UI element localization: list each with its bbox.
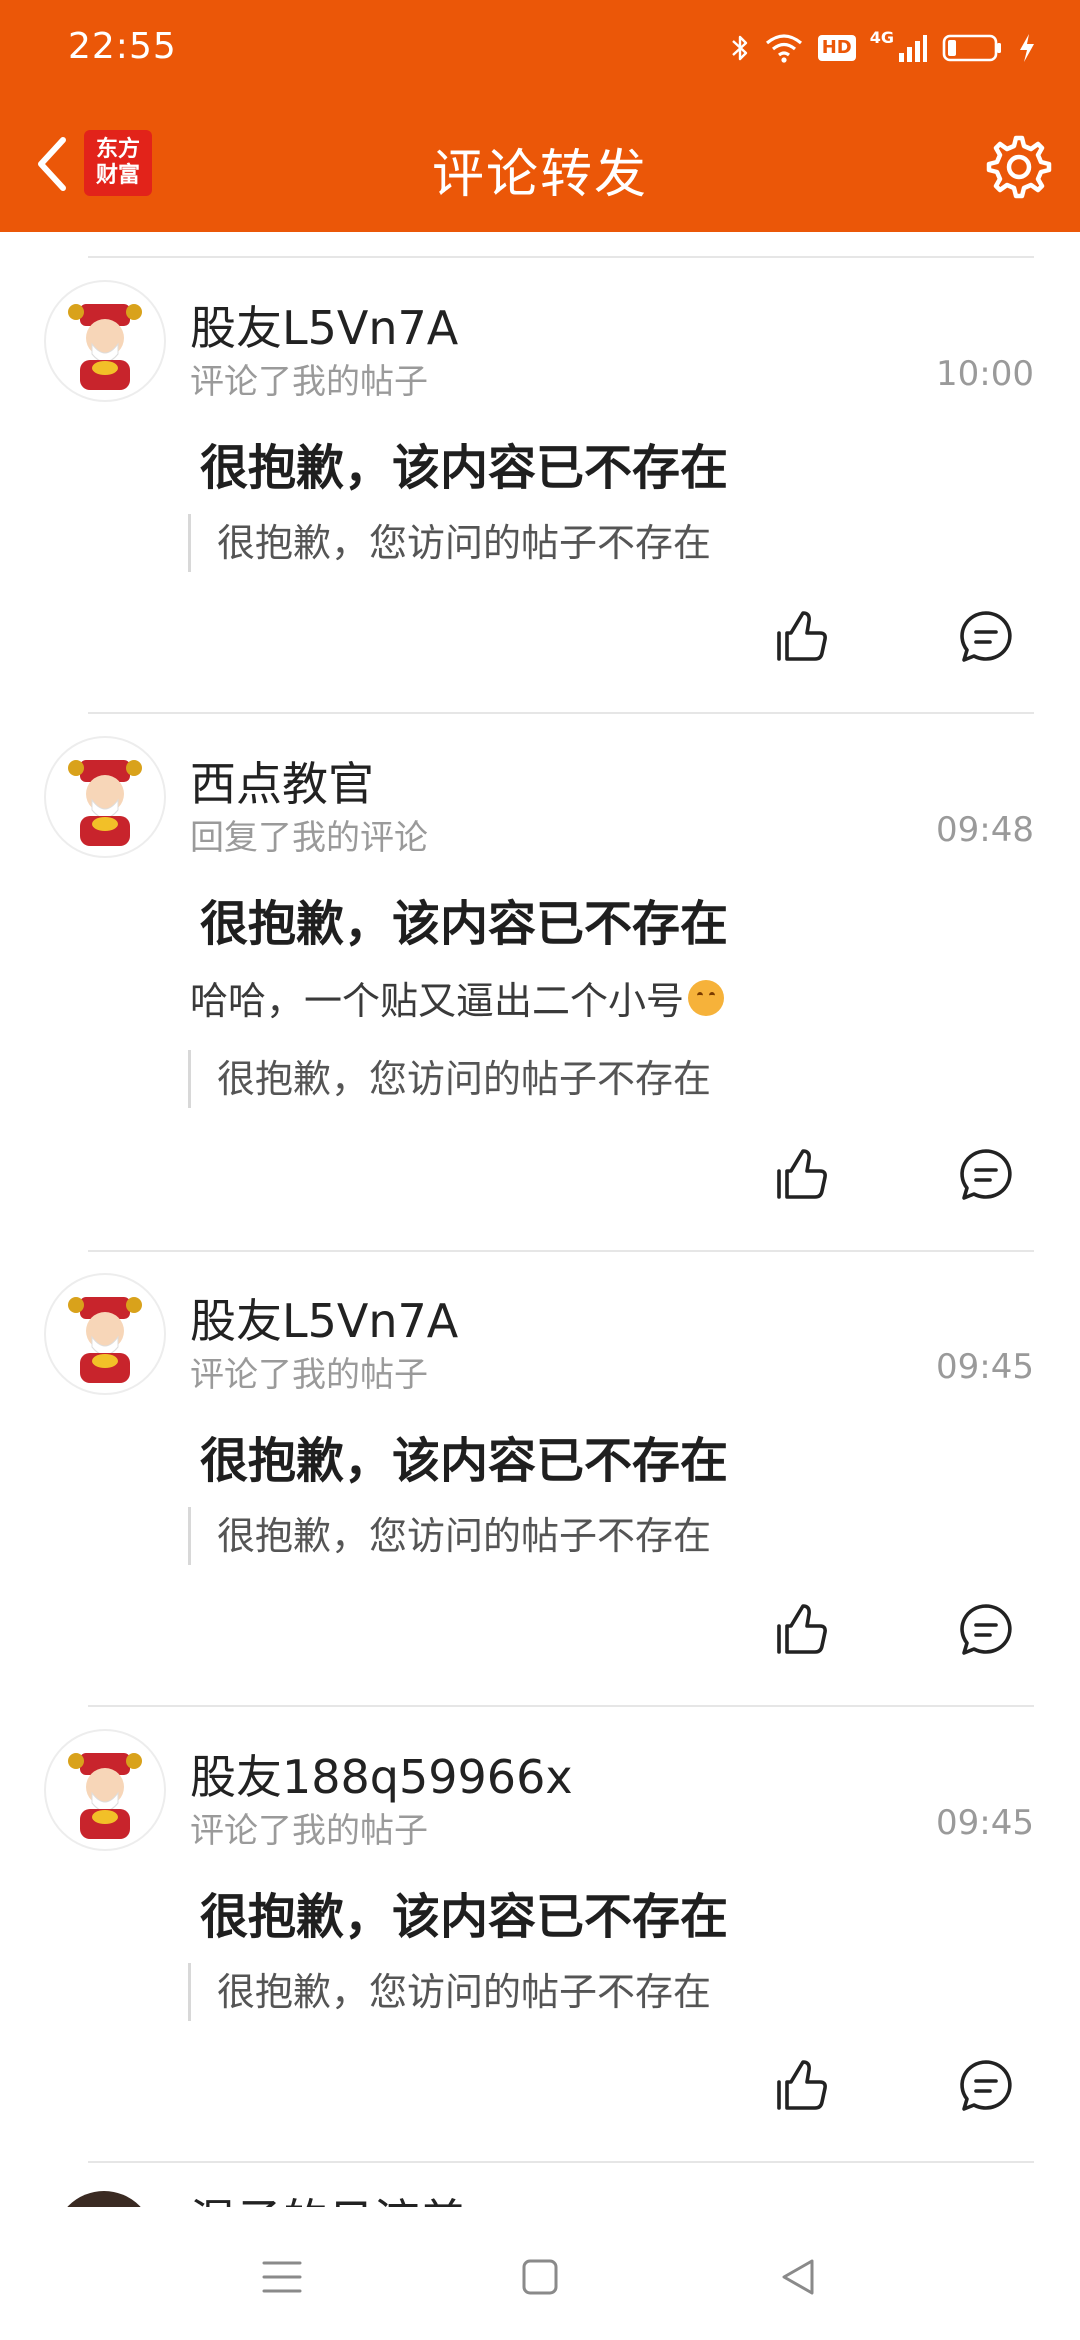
thumbs-up-icon: [777, 611, 827, 661]
action-text: 回复了我的评论: [190, 818, 428, 858]
action-text: 评论了我的帖子: [190, 1811, 428, 1851]
quoted-post[interactable]: 很抱歉，您访问的帖子不存在: [188, 1050, 711, 1108]
network-type-label: 4G: [869, 28, 894, 47]
status-icons: HD 4G: [730, 28, 1036, 68]
username[interactable]: 西点教官: [190, 748, 374, 814]
like-button[interactable]: [766, 1140, 836, 1210]
comment-content[interactable]: 很抱歉，该内容已不存在: [200, 428, 728, 498]
settings-button[interactable]: [980, 130, 1052, 202]
fortune-god-avatar-icon: [47, 1276, 163, 1392]
username[interactable]: 股友L5Vn7A: [190, 1285, 458, 1351]
comment-content[interactable]: 很抱歉，该内容已不存在: [200, 1877, 728, 1947]
comment-bubble-icon: [960, 611, 1012, 662]
menu-button[interactable]: [252, 2247, 312, 2307]
home-button[interactable]: [510, 2247, 570, 2307]
signal-icon: [898, 33, 928, 63]
fortune-god-avatar-icon: [47, 283, 163, 399]
thumbs-up-icon: [777, 1604, 827, 1654]
fortune-god-avatar-icon: [47, 1732, 163, 1848]
status-bar: 22:55 HD 4G: [0, 0, 1080, 96]
divider: [88, 1250, 1034, 1252]
fortune-god-avatar-icon: [47, 739, 163, 855]
comment-content[interactable]: 很抱歉，该内容已不存在: [200, 884, 728, 954]
quoted-post[interactable]: 很抱歉，您访问的帖子不存在: [188, 1507, 711, 1565]
avatar[interactable]: [44, 280, 166, 402]
battery-icon: [942, 33, 1004, 63]
notification-feed[interactable]: 股友L5Vn7A 评论了我的帖子 10:00 很抱歉，该内容已不存在 很抱歉，您…: [0, 232, 1080, 2207]
gear-icon: [986, 135, 1052, 199]
system-nav-bar: [0, 2207, 1080, 2340]
action-text: 评论了我的帖子: [190, 1355, 428, 1395]
page-title: 评论转发: [431, 145, 648, 205]
avatar[interactable]: [44, 1273, 166, 1395]
bluetooth-icon: [730, 33, 750, 63]
avatar[interactable]: [54, 2191, 154, 2207]
timestamp: 10:00: [936, 354, 1034, 394]
thumbs-up-icon: [777, 2060, 827, 2110]
like-button[interactable]: [766, 1595, 836, 1665]
username[interactable]: 混孑的日流差: [190, 2185, 466, 2207]
divider: [88, 1705, 1034, 1707]
system-back-button[interactable]: [768, 2247, 828, 2307]
reply-button[interactable]: [951, 1595, 1021, 1665]
comment-bubble-icon: [960, 2060, 1012, 2111]
status-time: 22:55: [68, 26, 177, 67]
shy-face-emoji-icon: [688, 980, 725, 1016]
wifi-icon: [764, 33, 804, 63]
username[interactable]: 股友L5Vn7A: [190, 292, 458, 358]
like-button[interactable]: [766, 602, 836, 672]
reply-button[interactable]: [951, 1140, 1021, 1210]
like-button[interactable]: [766, 2051, 836, 2121]
reply-text-row[interactable]: 哈哈，一个贴又逼出二个小号: [190, 970, 725, 1025]
home-square-icon: [522, 2259, 558, 2295]
reply-button[interactable]: [951, 602, 1021, 672]
comment-bubble-icon: [960, 1149, 1012, 1200]
quoted-post[interactable]: 很抱歉，您访问的帖子不存在: [188, 514, 711, 572]
menu-icon: [262, 2261, 302, 2293]
reply-button[interactable]: [951, 2051, 1021, 2121]
charging-icon: [1018, 33, 1036, 63]
timestamp: 09:48: [936, 810, 1034, 850]
thumbs-up-icon: [777, 1149, 827, 1199]
hd-icon: HD: [817, 35, 856, 61]
avatar[interactable]: [44, 736, 166, 858]
reply-text: 哈哈，一个贴又逼出二个小号: [190, 979, 685, 1023]
quoted-post[interactable]: 很抱歉，您访问的帖子不存在: [188, 1963, 711, 2021]
username[interactable]: 股友188q59966x: [190, 1741, 573, 1807]
timestamp: 09:45: [936, 1347, 1034, 1387]
back-triangle-icon: [782, 2259, 814, 2295]
timestamp: 09:45: [936, 1803, 1034, 1843]
divider: [88, 712, 1034, 714]
action-text: 评论了我的帖子: [190, 362, 428, 402]
app-header: 东方 财富 评论转发: [0, 96, 1080, 232]
divider: [88, 256, 1034, 258]
comment-content[interactable]: 很抱歉，该内容已不存在: [200, 1421, 728, 1491]
avatar[interactable]: [44, 1729, 166, 1851]
comment-bubble-icon: [960, 1604, 1012, 1655]
divider: [88, 2161, 1034, 2163]
